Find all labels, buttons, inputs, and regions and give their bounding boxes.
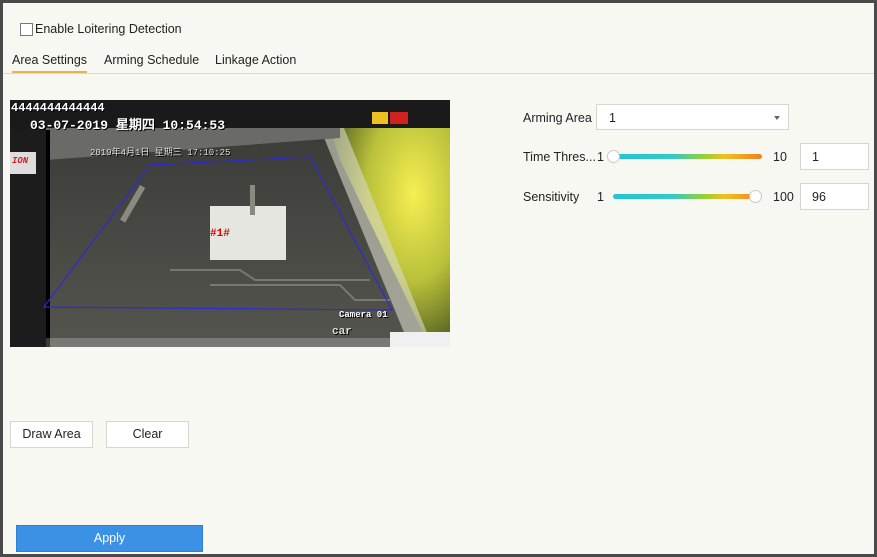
sensitivity-slider-handle[interactable]	[749, 190, 762, 203]
time-threshold-slider[interactable]	[613, 154, 762, 159]
chevron-down-icon	[774, 116, 780, 120]
time-threshold-label: Time Thres...	[523, 150, 596, 164]
area-label: #1#	[210, 228, 230, 240]
arming-area-value: 1	[609, 111, 616, 125]
osd-datetime: 03-07-2019 星期四 10:54:53	[30, 118, 226, 133]
time-threshold-input[interactable]: 1	[800, 143, 869, 170]
loitering-detection-panel: Enable Loitering Detection Area Settings…	[3, 3, 874, 554]
tab-linkage-action[interactable]: Linkage Action	[215, 53, 296, 67]
brand-strip-text: ION	[12, 156, 29, 166]
sensitivity-min: 1	[597, 190, 604, 204]
time-threshold-min: 1	[597, 150, 604, 164]
sensitivity-label: Sensitivity	[523, 190, 580, 204]
osd-camera-name: Camera 01	[339, 310, 388, 320]
arming-area-label: Arming Area	[523, 111, 592, 125]
enable-loitering-checkbox-row[interactable]: Enable Loitering Detection	[20, 22, 182, 36]
draw-area-button[interactable]: Draw Area	[10, 421, 93, 448]
tab-bar: Area Settings Arming Schedule Linkage Ac…	[3, 47, 874, 74]
tab-area-settings[interactable]: Area Settings	[12, 53, 88, 73]
time-threshold-slider-handle[interactable]	[607, 150, 620, 163]
sensitivity-input[interactable]: 96	[800, 183, 869, 210]
road-text: car	[332, 326, 352, 338]
sensitivity-slider[interactable]	[613, 194, 762, 199]
enable-loitering-label: Enable Loitering Detection	[35, 22, 182, 36]
apply-button[interactable]: Apply	[16, 525, 203, 552]
time-threshold-max: 10	[773, 150, 787, 164]
enable-loitering-checkbox[interactable]	[20, 22, 33, 36]
camera-preview[interactable]: 4444444444444 03-07-2019 星期四 10:54:53 20…	[10, 100, 450, 347]
sensitivity-max: 100	[773, 190, 794, 204]
osd-top-text: 4444444444444	[11, 101, 105, 115]
osd-inner-datetime: 2019年4月1日 星期三 17:10:25	[90, 148, 231, 158]
tab-arming-schedule[interactable]: Arming Schedule	[104, 53, 199, 67]
arming-area-select[interactable]: 1	[596, 104, 789, 130]
clear-button[interactable]: Clear	[106, 421, 189, 448]
